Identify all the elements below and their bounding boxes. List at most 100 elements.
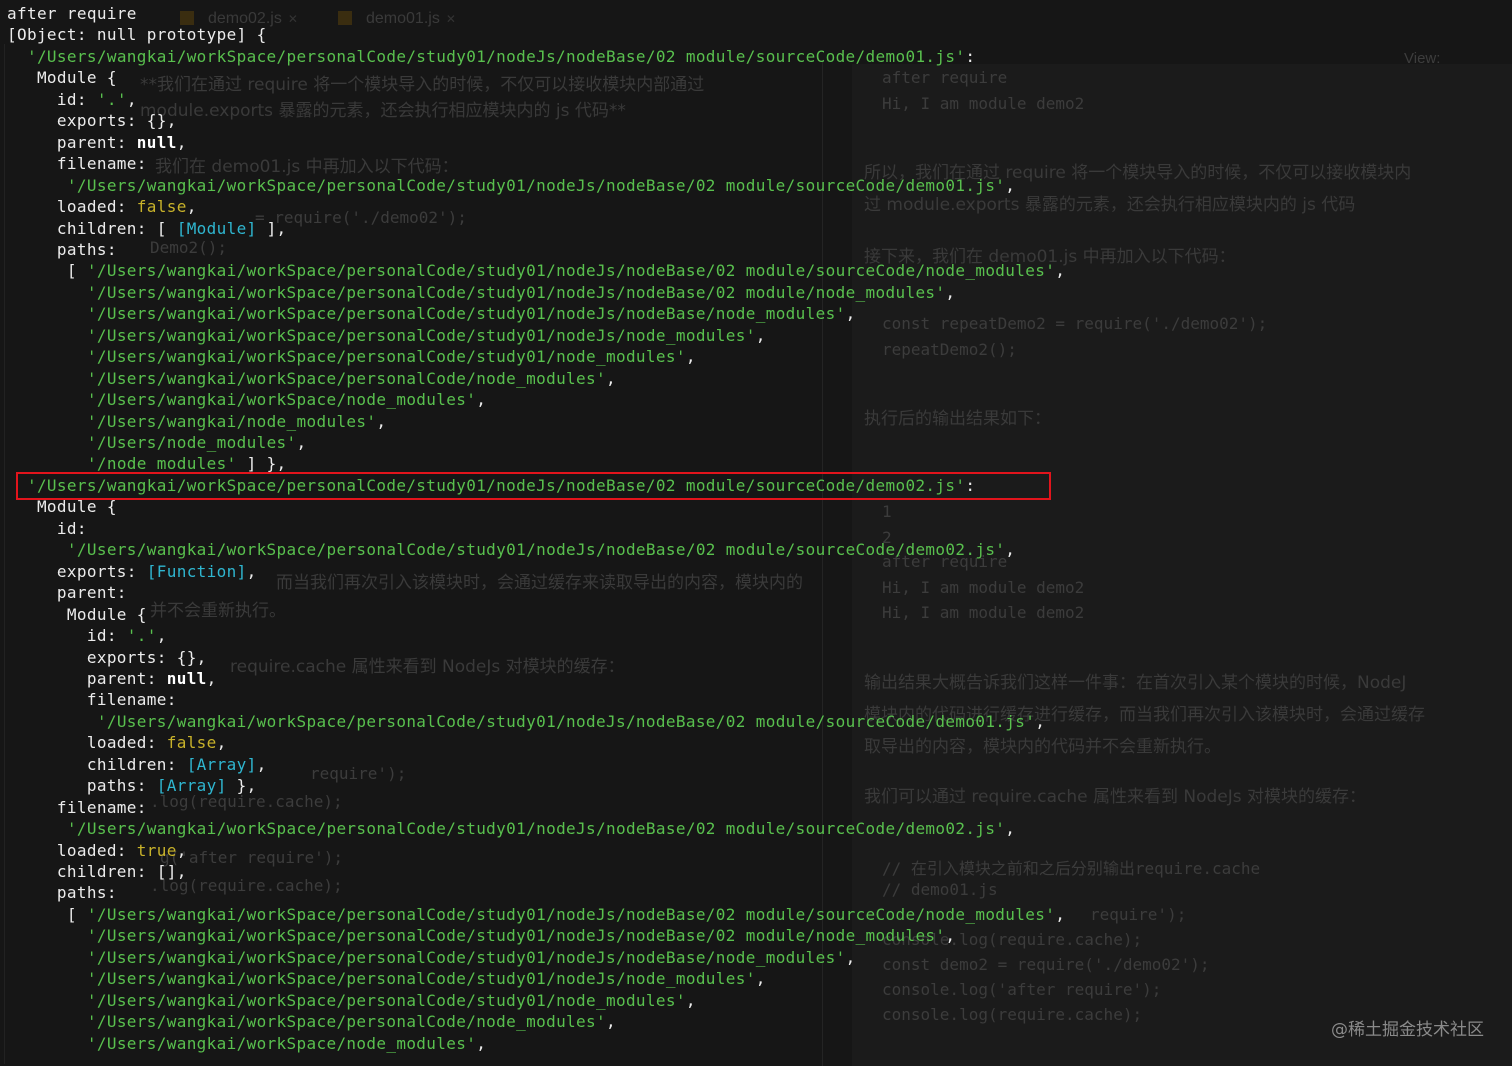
text-token: , [1035,711,1046,731]
text-token: , [685,347,696,367]
string-token: '.' [126,626,157,645]
terminal-line: filename: [7,797,147,818]
text-token: filename: [7,797,147,817]
text-token: children: [ [7,218,177,238]
terminal-line: Module { [7,67,117,88]
text-token: , [1005,540,1016,560]
terminal-line: '/Users/wangkai/workSpace/personalCode/n… [7,368,616,389]
text-token: paths: [7,776,157,796]
terminal-line: '/Users/wangkai/workSpace/personalCode/s… [7,346,696,367]
text-token: , [476,1033,487,1053]
text-token: exports: {}, [7,111,177,131]
terminal-line: '/Users/node_modules', [7,432,307,453]
string-token: '/Users/wangkai/workSpace/personalCode/n… [86,1012,606,1032]
terminal-line: '/Users/wangkai/workSpace/node_modules', [7,1033,486,1054]
text-token: , [246,561,257,581]
terminal-line: parent: null, [7,132,187,153]
terminal-line: exports: [Function], [7,561,257,582]
text-token: Module { [7,604,147,624]
text-token: Module { [7,497,117,517]
text-token: id: [7,626,127,645]
text-token: , [845,947,856,967]
text-token: [ [7,904,87,924]
terminal-line: [ '/Users/wangkai/workSpace/personalCode… [7,260,1065,281]
text-token: children: [7,754,187,774]
terminal-line: paths: [7,882,117,903]
text-token: , [1055,904,1066,924]
terminal-line: '/Users/wangkai/workSpace/personalCode/s… [7,303,856,324]
string-token: '/Users/wangkai/workSpace/personalCode/s… [86,347,686,367]
text-token: , [755,325,766,345]
terminal-line: '/Users/wangkai/workSpace/personalCode/n… [7,1011,616,1032]
terminal-line: paths: [Array] }, [7,775,257,796]
text-token: , [755,969,766,989]
highlight-box [16,472,1051,500]
terminal-line: id: '.', [7,89,137,110]
text-token: , [845,304,856,324]
text-token: , [176,132,187,152]
text-token: , [206,668,217,688]
special-token: [Function] [146,561,247,581]
terminal-line: children: [Array], [7,754,267,775]
text-token: , [685,990,696,1010]
string-token: '/Users/wangkai/workSpace/personalCode/s… [66,819,1006,839]
text-token: loaded: [7,197,137,216]
terminal-line: after require [7,3,137,24]
string-token: '/Users/wangkai/workSpace/personalCode/n… [86,368,606,388]
special-token: [Array] [156,776,227,796]
terminal-line: exports: {}, [7,110,177,131]
string-token: '/Users/wangkai/workSpace/personalCode/s… [66,175,1006,195]
text-token: id: [7,518,87,538]
text-token: , [296,433,307,452]
text-token: , [1005,819,1016,839]
text-token: exports: {}, [7,647,207,667]
text-token: [Object: null prototype] { [7,25,267,45]
terminal-line: '/Users/wangkai/workSpace/personalCode/s… [7,990,696,1011]
text-token: , [176,840,187,860]
terminal-line: children: [ [Module] ], [7,218,287,239]
string-token: '/Users/wangkai/workSpace/node_modules' [86,1033,477,1053]
terminal-line: '/Users/wangkai/workSpace/personalCode/s… [7,46,975,67]
text-token: paths: [7,883,117,903]
text-token: , [945,926,956,946]
terminal-line: [Object: null prototype] { [7,24,267,45]
text-token: after require [7,4,137,23]
string-token: '/Users/wangkai/workSpace/personalCode/s… [86,990,686,1010]
text-token: loaded: [7,840,137,860]
terminal-line: loaded: true, [7,840,187,861]
text-token: children: [], [7,862,187,881]
text-token: , [256,754,267,774]
text-token: ], [256,218,287,238]
terminal-line: filename: [7,689,177,710]
terminal-line: children: [], [7,861,187,882]
terminal-output[interactable]: after require [Object: null prototype] { … [0,0,1512,1066]
text-token: , [1055,261,1066,281]
terminal-line: '/Users/wangkai/node_modules', [7,411,386,432]
terminal-line: filename: [7,153,147,174]
text-token: , [376,411,387,431]
text-token: ] }, [236,454,287,474]
string-token: '/Users/wangkai/workSpace/personalCode/s… [66,540,1006,560]
text-token: Module { [7,68,117,88]
string-token: '/Users/wangkai/workSpace/personalCode/s… [86,304,846,324]
text-token: filename: [7,690,177,710]
text-token: , [605,368,616,388]
terminal-line: '/Users/wangkai/workSpace/personalCode/s… [7,325,766,346]
terminal-line: parent: [7,582,127,603]
